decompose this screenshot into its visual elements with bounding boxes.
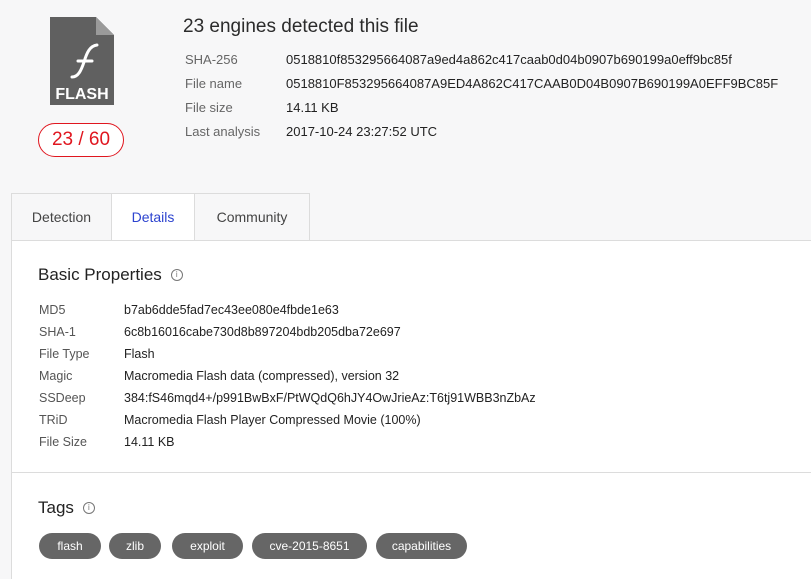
tag-chip[interactable]: capabilities (376, 533, 467, 559)
property-label: SHA-1 (39, 325, 76, 339)
property-value: 14.11 KB (124, 435, 175, 449)
property-value: 6c8b16016cabe730d8b897204bdb205dba72e697 (124, 325, 401, 339)
details-panel: Basic Properties i MD5 b7ab6dde5fad7ec43ee… (11, 240, 811, 579)
info-icon[interactable]: i (170, 269, 183, 281)
file-meta: SHA-256 0518810f853295664087a9ed4a862c417… (185, 52, 778, 148)
meta-row-last-analysis: Last analysis 2017-10-24 23:27:52 UTC (185, 124, 778, 148)
basic-properties-title: Basic Properties (38, 265, 162, 284)
tag-chip[interactable]: exploit (172, 533, 243, 559)
tab-community[interactable]: Community (194, 193, 310, 240)
property-value: Macromedia Flash Player Compressed Movie… (124, 413, 421, 427)
flash-file-icon: FLASH (50, 17, 114, 105)
property-value: b7ab6dde5fad7ec43ee080e4fbde1e63 (124, 303, 339, 317)
tab-details[interactable]: Details (111, 193, 195, 241)
meta-row-file-name: File name 0518810F853295664087A9ED4A862C4… (185, 76, 778, 100)
tag-chip[interactable]: flash (39, 533, 101, 559)
meta-label: SHA-256 (185, 52, 238, 67)
basic-properties-list: MD5 b7ab6dde5fad7ec43ee080e4fbde1e63 SHA-… (39, 302, 536, 456)
meta-label: Last analysis (185, 124, 261, 139)
property-row: File Type Flash (39, 346, 536, 368)
info-icon[interactable]: i (82, 502, 95, 514)
property-row: Magic Macromedia Flash data (compressed),… (39, 368, 536, 390)
property-row: File Size 14.11 KB (39, 434, 536, 456)
property-label: File Type (39, 347, 90, 361)
property-label: MD5 (39, 303, 66, 317)
property-row: TRiD Macromedia Flash Player Compressed M… (39, 412, 536, 434)
meta-value: 0518810f853295664087a9ed4a862c417caab0d0… (286, 52, 732, 67)
property-label: TRiD (39, 413, 68, 427)
meta-label: File name (185, 76, 243, 91)
tab-detection[interactable]: Detection (11, 193, 112, 240)
property-value: Macromedia Flash data (compressed), vers… (124, 369, 400, 383)
meta-row-file-size: File size 14.11 KB (185, 100, 778, 124)
meta-value: 2017-10-24 23:27:52 UTC (286, 124, 438, 139)
meta-value: 14.11 KB (286, 100, 339, 115)
property-label: File Size (39, 435, 87, 449)
property-label: SSDeep (39, 391, 86, 405)
meta-row-sha256: SHA-256 0518810f853295664087a9ed4a862c417… (185, 52, 778, 76)
tag-chip[interactable]: zlib (109, 533, 161, 559)
property-row: MD5 b7ab6dde5fad7ec43ee080e4fbde1e63 (39, 302, 536, 324)
basic-properties-heading: Basic Properties i (38, 265, 183, 285)
property-row: SHA-1 6c8b16016cabe730d8b897204bdb205dba7… (39, 324, 536, 346)
meta-label: File size (185, 100, 233, 115)
property-value: 384:fS46mqd4+/p991BwBxF/PtWQdQ6hJY4OwJri… (124, 391, 536, 405)
section-divider (12, 472, 811, 473)
detection-score-badge: 23 / 60 (38, 123, 124, 157)
page-title: 23 engines detected this file (183, 16, 419, 37)
tags-heading: Tags i (38, 498, 95, 518)
tag-chip[interactable]: cve-2015-8651 (252, 533, 367, 559)
property-value: Flash (124, 347, 155, 361)
file-summary-header: FLASH 23 / 60 23 engines detected this f… (0, 0, 811, 193)
meta-value: 0518810F853295664087A9ED4A862C417CAAB0D0… (286, 76, 779, 91)
property-row: SSDeep 384:fS46mqd4+/p991BwBxF/PtWQdQ6hJY… (39, 390, 536, 412)
property-label: Magic (39, 369, 73, 383)
tags-title: Tags (38, 498, 74, 517)
file-type-icon-label: FLASH (55, 86, 108, 103)
